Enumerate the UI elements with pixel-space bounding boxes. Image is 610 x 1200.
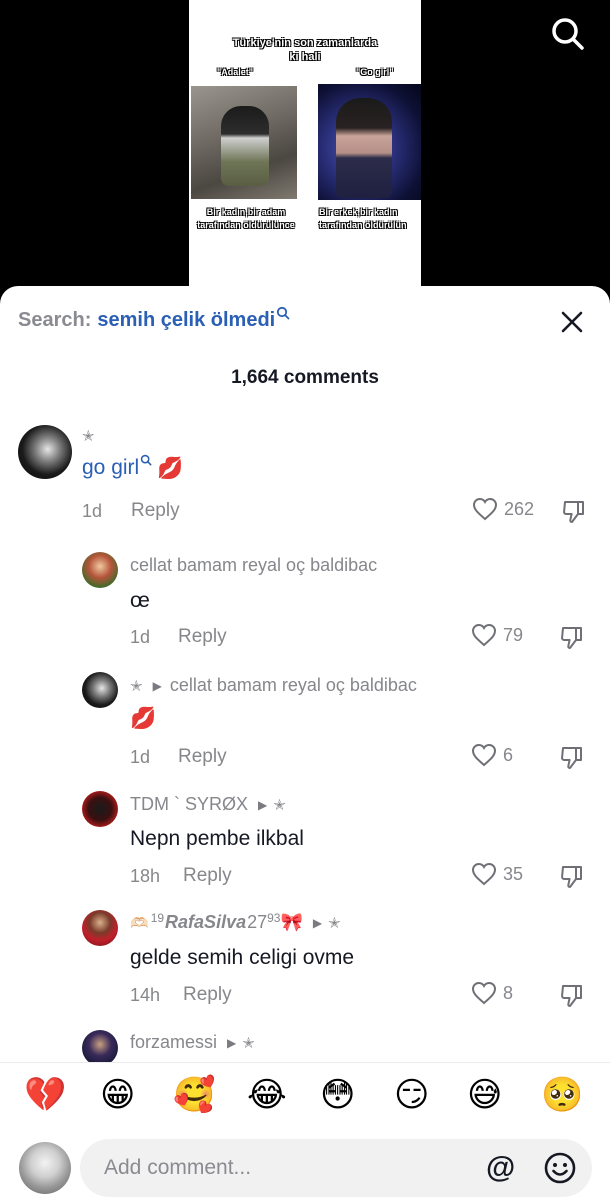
like-count: 35 bbox=[503, 863, 524, 884]
comment-author[interactable]: 🫶🏻 19 RafaSilva 27 93 🎀 ▶ ✭ bbox=[130, 910, 341, 934]
reply-button[interactable]: Reply bbox=[183, 984, 232, 1006]
video-right-photo bbox=[318, 84, 421, 200]
dislike-icon[interactable] bbox=[561, 499, 587, 525]
comment-text[interactable]: œ bbox=[130, 589, 150, 613]
author-emoji-prefix: 🫶🏻 bbox=[130, 913, 149, 932]
comment-author[interactable]: forzamessi ▶ ✭ bbox=[130, 1032, 255, 1053]
close-icon[interactable] bbox=[560, 310, 584, 334]
heart-icon bbox=[471, 862, 497, 886]
like-count: 79 bbox=[503, 624, 524, 645]
like-button[interactable]: 35 bbox=[471, 862, 523, 886]
video-left-caption: Bir kadın,bir adam tarafından öldürülünc… bbox=[197, 207, 295, 230]
mention-button[interactable]: @ bbox=[486, 1152, 515, 1184]
caret-right-icon: ▶ bbox=[312, 915, 323, 930]
avatar[interactable] bbox=[82, 1030, 118, 1066]
like-button[interactable]: 262 bbox=[472, 497, 534, 521]
comment-time: 14h bbox=[130, 985, 161, 1005]
like-count: 6 bbox=[503, 744, 514, 765]
emoji-sweat-smile[interactable]: 😅 bbox=[467, 1075, 502, 1115]
comment-text[interactable]: go girl 💋 bbox=[82, 454, 184, 481]
comment-time: 1d bbox=[130, 747, 151, 767]
author-superscript: 19 bbox=[150, 910, 165, 925]
avatar[interactable] bbox=[82, 791, 118, 827]
video-right-caption: Bir erkek,bir kadın tarafından öldürülün bbox=[319, 207, 407, 230]
comment-time: 1d bbox=[82, 501, 103, 521]
like-button[interactable]: 6 bbox=[471, 743, 513, 767]
author-superscript: 93 bbox=[267, 910, 281, 925]
emoji-pleading[interactable]: 🥺 bbox=[541, 1075, 583, 1115]
dislike-icon[interactable] bbox=[559, 983, 585, 1009]
avatar[interactable] bbox=[82, 910, 118, 946]
avatar[interactable] bbox=[82, 552, 118, 588]
emoji-broken-heart[interactable]: 💔 bbox=[24, 1075, 66, 1115]
star-icon: ✭ bbox=[273, 796, 286, 814]
comment-input[interactable] bbox=[104, 1139, 484, 1197]
author-name: forzamessi bbox=[130, 1032, 218, 1052]
comment-author[interactable]: ✭ ▶ cellat bamam reyal oç baldibac bbox=[130, 675, 417, 696]
like-count: 8 bbox=[503, 982, 514, 1003]
video-frame: Türkiye'nin son zamanlarda ki hali "Adal… bbox=[189, 0, 421, 300]
video-player[interactable]: Türkiye'nin son zamanlarda ki hali "Adal… bbox=[0, 0, 610, 300]
dislike-icon[interactable] bbox=[559, 864, 585, 890]
reply-button[interactable]: Reply bbox=[178, 746, 227, 768]
search-icon[interactable] bbox=[550, 16, 586, 52]
video-left-label: "Adalet" bbox=[217, 67, 254, 77]
star-icon: ✭ bbox=[242, 1034, 255, 1052]
reply-button[interactable]: Reply bbox=[183, 865, 232, 887]
heart-icon bbox=[471, 623, 497, 647]
avatar[interactable] bbox=[19, 1142, 71, 1194]
caret-right-icon: ▶ bbox=[152, 678, 162, 693]
dislike-icon[interactable] bbox=[559, 745, 585, 771]
comment-text[interactable]: gelde semih celigi ovme bbox=[130, 946, 354, 970]
author-name: TDM ` SYRØX bbox=[130, 794, 249, 814]
like-button[interactable]: 8 bbox=[471, 981, 513, 1005]
video-title: Türkiye'nin son zamanlarda ki hali bbox=[232, 37, 378, 63]
reply-button[interactable]: Reply bbox=[178, 626, 227, 648]
star-icon: ✭ bbox=[328, 914, 341, 932]
video-right-label: "Go girl" bbox=[356, 67, 394, 77]
emoji-grin[interactable]: 😁 bbox=[100, 1075, 135, 1115]
author-number: 27 bbox=[247, 912, 268, 932]
like-count: 262 bbox=[504, 498, 535, 519]
search-prefix: Search: bbox=[18, 309, 92, 331]
reply-button[interactable]: Reply bbox=[131, 500, 180, 522]
comment-author[interactable]: cellat bamam reyal oç baldibac bbox=[130, 555, 377, 576]
comment-count: 1,664 comments bbox=[231, 367, 379, 388]
comment-text[interactable]: Nepn pembe ilkbal bbox=[130, 827, 304, 851]
emoji-tears-of-joy[interactable]: 😂 bbox=[247, 1075, 287, 1115]
search-suggestion[interactable]: Search: semih çelik ölmedi bbox=[18, 306, 290, 332]
reply-to-name: cellat bamam reyal oç baldibac bbox=[169, 675, 417, 695]
heart-icon bbox=[472, 497, 498, 521]
search-query[interactable]: semih çelik ölmedi bbox=[97, 309, 275, 332]
star-icon: ✭ bbox=[82, 428, 95, 445]
avatar[interactable] bbox=[82, 672, 118, 708]
search-icon bbox=[277, 306, 290, 320]
emoji-smirk[interactable]: 😏 bbox=[394, 1075, 429, 1115]
comment-input-bar: @ bbox=[0, 1134, 610, 1200]
comment-author[interactable]: ✭ bbox=[82, 427, 95, 445]
smile-icon[interactable] bbox=[543, 1151, 577, 1185]
comment-time: 18h bbox=[130, 866, 161, 886]
author-name: RafaSilva bbox=[165, 912, 247, 932]
caret-right-icon: ▶ bbox=[258, 797, 268, 812]
search-icon bbox=[140, 454, 152, 466]
avatar[interactable] bbox=[18, 425, 72, 479]
like-button[interactable]: 79 bbox=[471, 623, 523, 647]
comment-text[interactable]: 💋 bbox=[130, 706, 156, 731]
comment-input-box[interactable]: @ bbox=[80, 1139, 592, 1197]
emoji-flushed[interactable]: 😳 bbox=[320, 1075, 355, 1115]
heart-icon bbox=[471, 743, 497, 767]
star-icon: ✭ bbox=[130, 677, 143, 695]
emoji-hearts-face[interactable]: 🥰 bbox=[173, 1075, 215, 1115]
heart-icon bbox=[471, 981, 497, 1005]
comments-sheet: Search: semih çelik ölmedi 1,664 comment… bbox=[0, 286, 610, 1200]
dislike-icon[interactable] bbox=[559, 625, 585, 651]
video-left-photo bbox=[191, 86, 297, 199]
comment-time: 1d bbox=[130, 627, 151, 647]
comment-author[interactable]: TDM ` SYRØX ▶ ✭ bbox=[130, 794, 286, 815]
emoji-quick-bar: 💔 😁 🥰 😂 😳 😏 😅 🥺 bbox=[0, 1062, 610, 1134]
comment-emoji: 💋 bbox=[157, 456, 184, 480]
author-emoji-suffix: 🎀 bbox=[280, 912, 303, 933]
caret-right-icon: ▶ bbox=[227, 1035, 237, 1050]
